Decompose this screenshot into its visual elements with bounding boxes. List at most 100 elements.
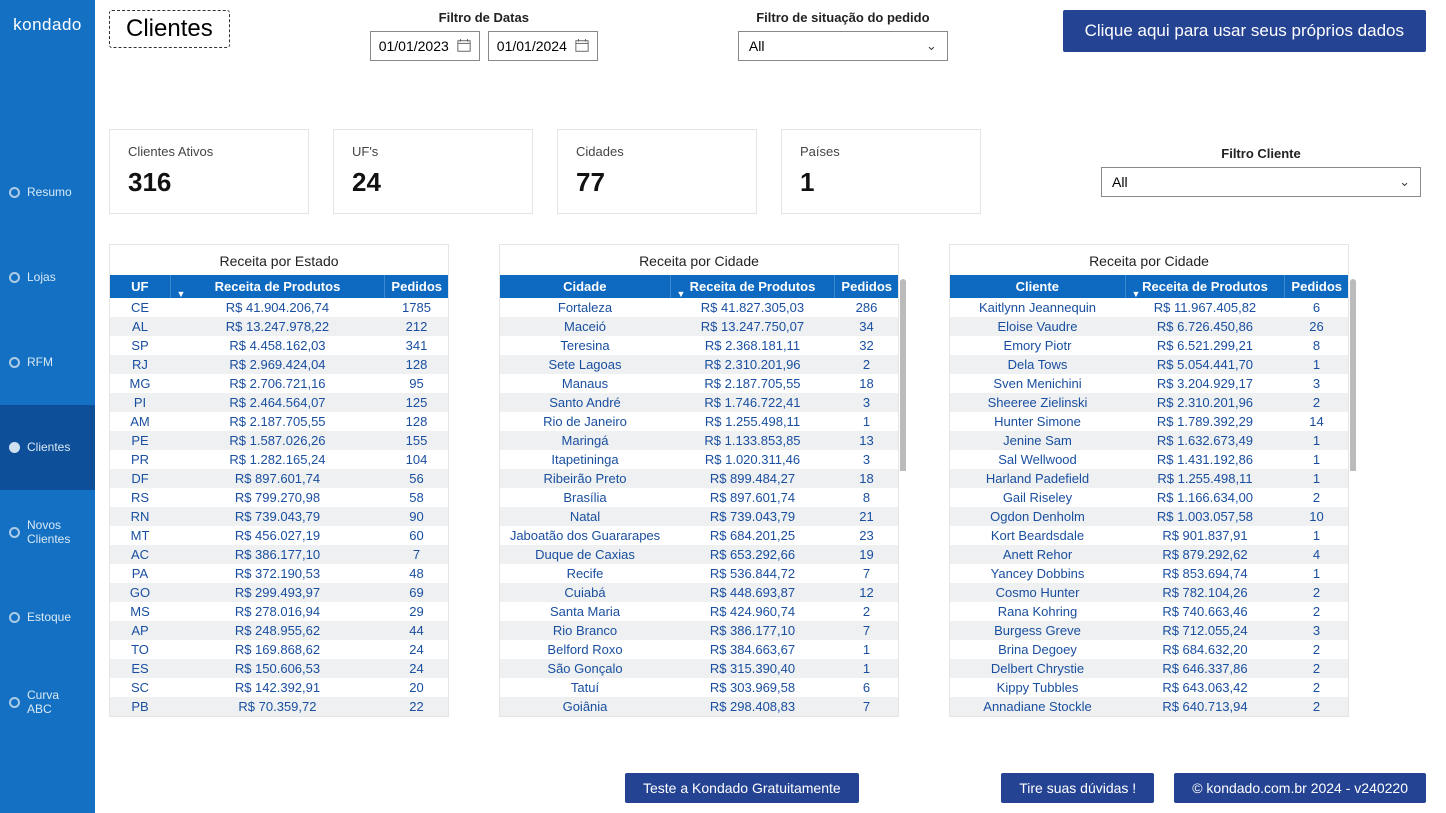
table-row[interactable]: Hunter SimoneR$ 1.789.392,2914	[950, 412, 1348, 431]
table-row[interactable]: DFR$ 897.601,7456	[110, 469, 448, 488]
sidebar-item-estoque[interactable]: Estoque	[0, 575, 95, 660]
col-cidade[interactable]: Cidade	[500, 275, 670, 298]
help-button[interactable]: Tire suas dúvidas !	[1001, 773, 1154, 803]
table-row[interactable]: Annadiane StockleR$ 640.713,942	[950, 697, 1348, 716]
table-row[interactable]: Delbert ChrystieR$ 646.337,862	[950, 659, 1348, 678]
date-to-input[interactable]: 01/01/2024	[488, 31, 598, 61]
table-row[interactable]: Ribeirão PretoR$ 899.484,2718	[500, 469, 898, 488]
test-free-button[interactable]: Teste a Kondado Gratuitamente	[625, 773, 859, 803]
cell: R$ 712.055,24	[1125, 621, 1285, 640]
table-row[interactable]: Dela TowsR$ 5.054.441,701	[950, 355, 1348, 374]
table-row[interactable]: SCR$ 142.392,9120	[110, 678, 448, 697]
table-row[interactable]: Sal WellwoodR$ 1.431.192,861	[950, 450, 1348, 469]
table-row[interactable]: Duque de CaxiasR$ 653.292,6619	[500, 545, 898, 564]
table-row[interactable]: Emory PiotrR$ 6.521.299,218	[950, 336, 1348, 355]
table-row[interactable]: Burgess GreveR$ 712.055,243	[950, 621, 1348, 640]
cell: TO	[110, 640, 170, 659]
table-row[interactable]: MaringáR$ 1.133.853,8513	[500, 431, 898, 450]
use-own-data-button[interactable]: Clique aqui para usar seus próprios dado…	[1063, 10, 1426, 52]
col-receita[interactable]: Receita de Produtos▼	[670, 275, 835, 298]
sidebar-item-curva-abc[interactable]: CurvaABC	[0, 660, 95, 745]
table-row[interactable]: Sheeree ZielinskiR$ 2.310.201,962	[950, 393, 1348, 412]
table-row[interactable]: Rio BrancoR$ 386.177,107	[500, 621, 898, 640]
status-select[interactable]: All ⌄	[738, 31, 948, 61]
col-pedidos[interactable]: Pedidos	[1285, 275, 1348, 298]
table-row[interactable]: PIR$ 2.464.564,07125	[110, 393, 448, 412]
table-row[interactable]: CuiabáR$ 448.693,8712	[500, 583, 898, 602]
col-pedidos[interactable]: Pedidos	[835, 275, 898, 298]
table-row[interactable]: PRR$ 1.282.165,24104	[110, 450, 448, 469]
table-row[interactable]: Anett RehorR$ 879.292,624	[950, 545, 1348, 564]
table-row[interactable]: PBR$ 70.359,7222	[110, 697, 448, 716]
table-row[interactable]: ALR$ 13.247.978,22212	[110, 317, 448, 336]
table-row[interactable]: FortalezaR$ 41.827.305,03286	[500, 298, 898, 317]
table-estado[interactable]: UF Receita de Produtos▼ Pedidos CER$ 41.…	[110, 275, 448, 716]
table-cliente[interactable]: Cliente Receita de Produtos▼ Pedidos Kai…	[950, 275, 1348, 716]
table-row[interactable]: SPR$ 4.458.162,03341	[110, 336, 448, 355]
table-row[interactable]: MTR$ 456.027,1960	[110, 526, 448, 545]
date-from-input[interactable]: 01/01/2023	[370, 31, 480, 61]
table-row[interactable]: TeresinaR$ 2.368.181,1132	[500, 336, 898, 355]
table-row[interactable]: Belford RoxoR$ 384.663,671	[500, 640, 898, 659]
col-cliente[interactable]: Cliente	[950, 275, 1125, 298]
table-row[interactable]: RNR$ 739.043,7990	[110, 507, 448, 526]
col-pedidos[interactable]: Pedidos	[385, 275, 448, 298]
table-row[interactable]: BrasíliaR$ 897.601,748	[500, 488, 898, 507]
table-row[interactable]: TOR$ 169.868,6224	[110, 640, 448, 659]
sidebar-item-novos-clientes[interactable]: NovosClientes	[0, 490, 95, 575]
table-row[interactable]: Ogdon DenholmR$ 1.003.057,5810	[950, 507, 1348, 526]
sidebar-item-lojas[interactable]: Lojas	[0, 235, 95, 320]
table-row[interactable]: Santa MariaR$ 424.960,742	[500, 602, 898, 621]
scrollbar[interactable]	[1350, 279, 1356, 706]
client-select[interactable]: All ⌄	[1101, 167, 1421, 197]
table-row[interactable]: Kort BeardsdaleR$ 901.837,911	[950, 526, 1348, 545]
table-row[interactable]: MaceióR$ 13.247.750,0734	[500, 317, 898, 336]
table-row[interactable]: MGR$ 2.706.721,1695	[110, 374, 448, 393]
sidebar-item-resumo[interactable]: Resumo	[0, 150, 95, 235]
table-row[interactable]: Rio de JaneiroR$ 1.255.498,111	[500, 412, 898, 431]
table-row[interactable]: GOR$ 299.493,9769	[110, 583, 448, 602]
scrollbar[interactable]	[900, 279, 906, 706]
table-row[interactable]: São GonçaloR$ 315.390,401	[500, 659, 898, 678]
table-row[interactable]: ACR$ 386.177,107	[110, 545, 448, 564]
col-receita[interactable]: Receita de Produtos▼	[1125, 275, 1285, 298]
table-row[interactable]: RJR$ 2.969.424,04128	[110, 355, 448, 374]
cell: AM	[110, 412, 170, 431]
table-row[interactable]: Brina DegoeyR$ 684.632,202	[950, 640, 1348, 659]
cell: 128	[385, 412, 448, 431]
table-row[interactable]: Gail RiseleyR$ 1.166.634,002	[950, 488, 1348, 507]
table-row[interactable]: Yancey DobbinsR$ 853.694,741	[950, 564, 1348, 583]
table-cidade[interactable]: Cidade Receita de Produtos▼ Pedidos Fort…	[500, 275, 898, 716]
table-row[interactable]: AMR$ 2.187.705,55128	[110, 412, 448, 431]
table-row[interactable]: Sven MenichiniR$ 3.204.929,173	[950, 374, 1348, 393]
table-row[interactable]: Rana KohringR$ 740.663,462	[950, 602, 1348, 621]
table-row[interactable]: ESR$ 150.606,5324	[110, 659, 448, 678]
sidebar-item-rfm[interactable]: RFM	[0, 320, 95, 405]
table-row[interactable]: NatalR$ 739.043,7921	[500, 507, 898, 526]
table-row[interactable]: Jenine SamR$ 1.632.673,491	[950, 431, 1348, 450]
table-row[interactable]: Harland PadefieldR$ 1.255.498,111	[950, 469, 1348, 488]
table-row[interactable]: Kaitlynn JeannequinR$ 11.967.405,826	[950, 298, 1348, 317]
table-row[interactable]: PER$ 1.587.026,26155	[110, 431, 448, 450]
table-row[interactable]: Cosmo HunterR$ 782.104,262	[950, 583, 1348, 602]
table-row[interactable]: Kippy TubblesR$ 643.063,422	[950, 678, 1348, 697]
table-row[interactable]: PAR$ 372.190,5348	[110, 564, 448, 583]
table-row[interactable]: Jaboatão dos GuararapesR$ 684.201,2523	[500, 526, 898, 545]
table-row[interactable]: Sete LagoasR$ 2.310.201,962	[500, 355, 898, 374]
table-row[interactable]: TatuíR$ 303.969,586	[500, 678, 898, 697]
table-row[interactable]: APR$ 248.955,6244	[110, 621, 448, 640]
table-row[interactable]: RSR$ 799.270,9858	[110, 488, 448, 507]
col-uf[interactable]: UF	[110, 275, 170, 298]
table-row[interactable]: Eloise VaudreR$ 6.726.450,8626	[950, 317, 1348, 336]
table-row[interactable]: CER$ 41.904.206,741785	[110, 298, 448, 317]
col-receita[interactable]: Receita de Produtos▼	[170, 275, 385, 298]
table-row[interactable]: Santo AndréR$ 1.746.722,413	[500, 393, 898, 412]
sidebar-item-clientes[interactable]: Clientes	[0, 405, 95, 490]
nav-dot-icon	[9, 357, 20, 368]
table-row[interactable]: ManausR$ 2.187.705,5518	[500, 374, 898, 393]
table-row[interactable]: MSR$ 278.016,9429	[110, 602, 448, 621]
table-row[interactable]: GoiâniaR$ 298.408,837	[500, 697, 898, 716]
table-row[interactable]: RecifeR$ 536.844,727	[500, 564, 898, 583]
table-cidade-card: Receita por Cidade Cidade Receita de Pro…	[499, 244, 899, 717]
table-row[interactable]: ItapetiningaR$ 1.020.311,463	[500, 450, 898, 469]
